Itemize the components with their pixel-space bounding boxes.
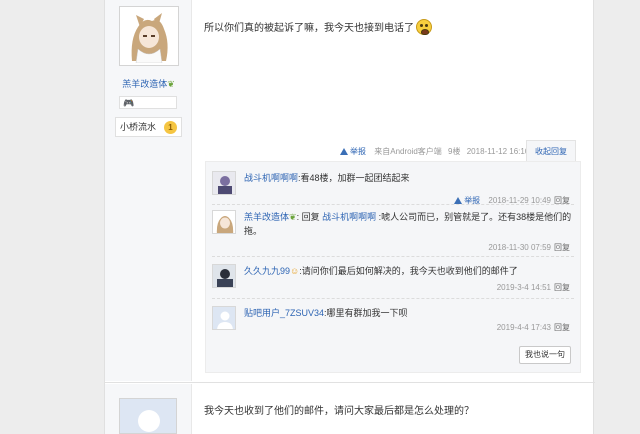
level-badge[interactable]: 小桥流水 1 [115,117,182,137]
level-name: 小桥流水 [120,122,157,132]
reply-avatar[interactable] [212,306,236,330]
leaf-icon: ❦ [289,212,297,222]
leaf-icon: ❦ [167,79,175,89]
medal-bar: 🎮 [119,96,177,109]
divider [212,256,574,257]
author-avatar[interactable] [119,6,179,66]
reply-username[interactable]: 久久九九99 [244,266,290,276]
divider [212,204,574,205]
reply-body: 战斗机啊啊啊:看48楼，加群一起团结起来 [244,171,574,185]
warning-icon [454,197,463,204]
post-divider [105,382,595,383]
reply-meta: 2019-4-4 17:43 回复 [497,322,570,333]
reply-time: 2019-3-4 14:51 [496,283,551,292]
author-name[interactable]: 羔羊改造体❦ [105,77,192,90]
post-author-panel: 羔羊改造体❦ 🎮 小桥流水 1 [105,0,192,381]
sub-replies-panel: 战斗机啊啊啊:看48楼，加群一起团结起来 举报 2018-11-29 10:49… [205,161,581,373]
reply-link[interactable]: 回复 [554,283,570,292]
emoji-icon: ☺ [290,266,300,276]
reply-avatar[interactable] [212,210,236,234]
reply-link[interactable]: 回复 [554,323,570,332]
default-avatar-icon [213,307,235,329]
scared-face-icon [416,19,432,35]
post-content-text: 所以你们真的被起诉了嘛，我今天也接到电话了 [204,23,414,34]
reply-text: :哪里有群加我一下呗 [324,308,408,318]
default-avatar-icon [120,399,176,433]
author-avatar[interactable] [119,398,177,434]
divider [212,298,574,299]
reply-meta: 2019-3-4 14:51 回复 [497,282,570,293]
reply-body: 羔羊改造体❦: 回复 战斗机啊啊啊 :唬人公司而已，别管就是了。还有38楼是他们… [244,210,574,238]
reply-time: 2019-4-4 17:43 [496,323,551,332]
reply-meta: 2018-11-30 07:59 回复 [488,242,570,253]
reply-body: 贴吧用户_7ZSUV34:哪里有群加我一下呗 [244,306,574,320]
reply-prefix: : 回复 [296,212,323,222]
post-time: 2018-11-12 16:10 [466,147,530,156]
post-content-text: 我今天也收到了他们的邮件，请问大家最后都是怎么处理的？ [204,406,474,417]
post-meta: 举报 来自Android客户端 9楼 2018-11-12 16:10 [340,146,529,157]
sub-reply: 久久九九99☺:请问你们最后如何解决的，我今天也收到他们的邮件了 2019-3-… [212,264,574,300]
reply-username[interactable]: 战斗机啊啊啊 [244,173,298,183]
avatar-image [213,265,235,287]
say-something-button[interactable]: 我也说一句 [519,346,571,364]
thread-container: 羔羊改造体❦ 🎮 小桥流水 1 所以你们真的被起诉了嘛，我今天也接到电话了 举报… [104,0,595,434]
client-source: 来自Android客户端 [374,147,442,156]
post-content: 所以你们真的被起诉了嘛，我今天也接到电话了 [204,19,432,35]
reply-body: 久久九九99☺:请问你们最后如何解决的，我今天也收到他们的邮件了 [244,264,574,278]
report-link[interactable]: 举报 [340,147,366,156]
report-label[interactable]: 举报 [350,147,366,156]
level-number-icon: 1 [164,121,177,134]
fold-replies-button[interactable]: 收起回复 [526,140,576,162]
avatar-image [213,172,235,194]
avatar-image [213,211,235,233]
reply-target-user[interactable]: 战斗机啊啊啊 [322,212,376,222]
sub-reply: 羔羊改造体❦: 回复 战斗机啊啊啊 :唬人公司而已，别管就是了。还有38楼是他们… [212,210,574,258]
game-medal-icon: 🎮 [123,98,135,108]
reply-time: 2018-11-30 07:59 [488,243,551,252]
reply-username[interactable]: 羔羊改造体 [244,212,289,222]
sub-reply: 贴吧用户_7ZSUV34:哪里有群加我一下呗 2019-4-4 17:43 回复 [212,306,574,340]
reply-link[interactable]: 回复 [554,243,570,252]
author-name-text[interactable]: 羔羊改造体 [122,79,167,89]
reply-text: :请问你们最后如何解决的，我今天也收到他们的邮件了 [299,266,518,276]
floor-number: 9楼 [448,147,461,156]
reply-avatar[interactable] [212,264,236,288]
warning-icon [340,148,348,155]
post-content: 我今天也收到了他们的邮件，请问大家最后都是怎么处理的？ [204,402,474,417]
anime-avatar-image [122,9,176,63]
reply-username[interactable]: 贴吧用户_7ZSUV34 [244,308,324,318]
reply-text: :看48楼，加群一起团结起来 [298,173,410,183]
reply-avatar[interactable] [212,171,236,195]
